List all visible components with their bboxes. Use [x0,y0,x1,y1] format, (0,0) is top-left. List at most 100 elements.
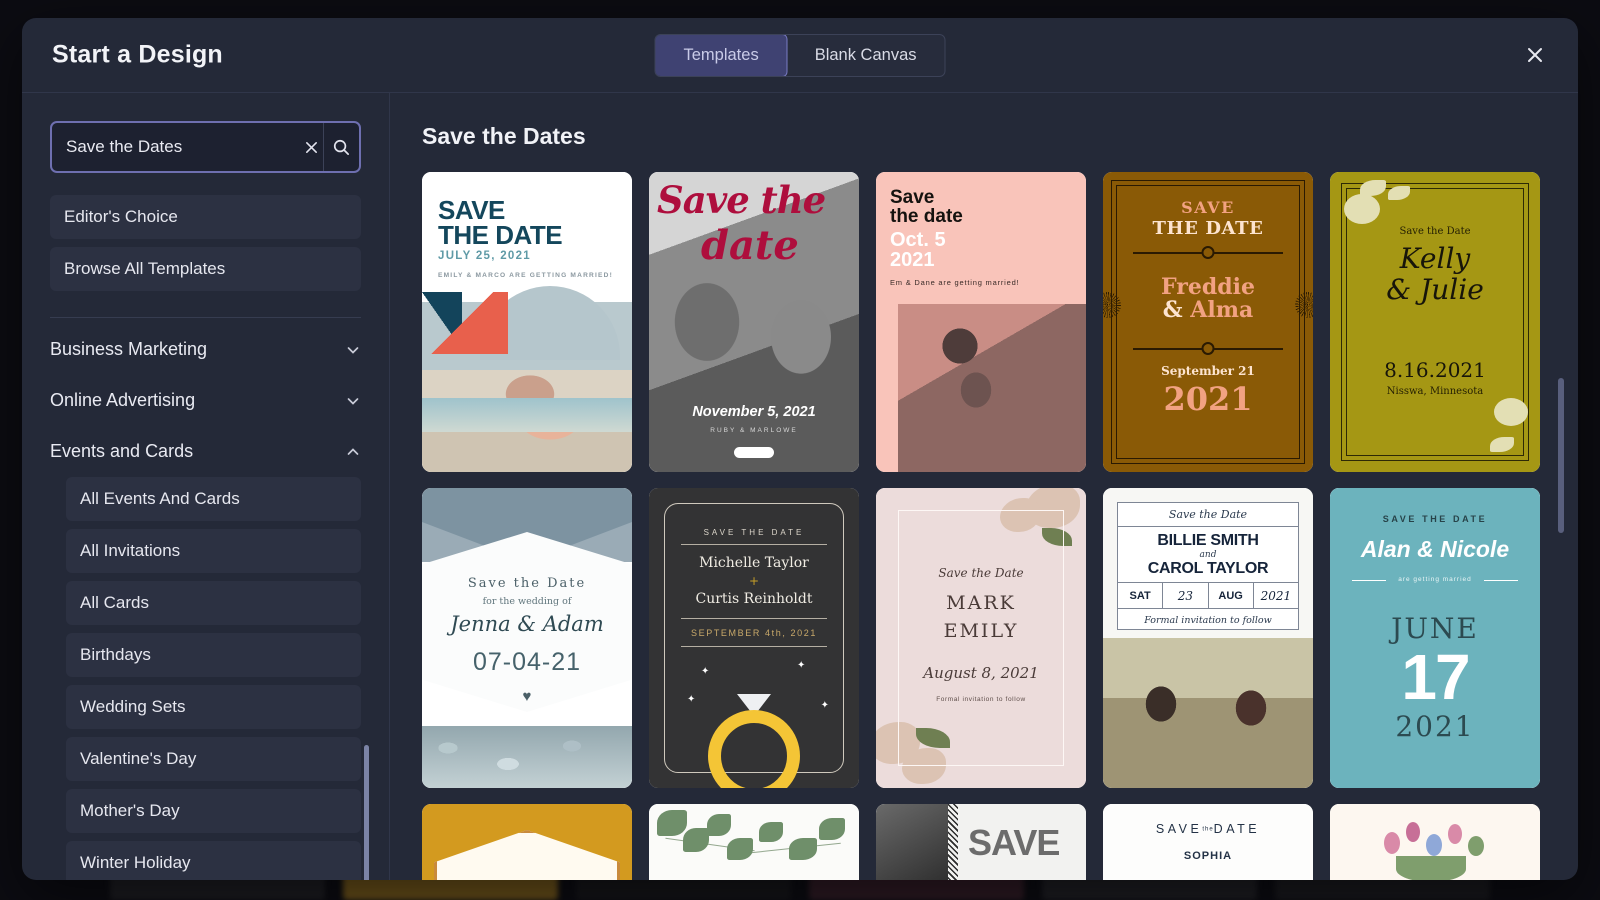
modal-header: Start a Design Templates Blank Canvas [22,18,1578,93]
category-label: Events and Cards [50,441,194,461]
close-icon [305,141,317,153]
template-artwork: Save the Date for the wedding of Jenna &… [422,488,632,788]
category-list: Business Marketing Online Advertising Ev… [22,324,389,477]
sidebar-item-all-cards[interactable]: All Cards [66,581,361,625]
template-name-second: Curtis Reinholdt [695,591,813,608]
template-names: Freddie & Alma [1103,275,1313,324]
template-headline: Save the Date [467,576,587,591]
search-icon [333,139,350,155]
template-name-second: CAROL TAYLOR [1147,559,1269,577]
template-artwork [422,804,632,880]
template-card-diamond-ring-dark[interactable]: SAVE THE DATE Michelle Taylor + Curtis R… [649,488,859,788]
sidebar-item-editors-choice[interactable]: Editor's Choice [50,195,361,239]
template-names: MARK EMILY [943,592,1019,642]
close-button[interactable] [1518,38,1552,72]
template-headline: SAVE [968,822,1060,863]
template-names: Alan & Nicole [1360,536,1510,562]
template-card-save-dark-photo[interactable]: SAVE [876,804,1086,880]
template-date: Oct. 5 2021 [890,229,946,272]
sidebar-scrollbar[interactable] [364,745,369,880]
sidebar-divider [50,317,361,318]
template-artwork [1330,804,1540,880]
search-clear-button[interactable] [299,123,323,171]
template-location: Nisswa, Minnesota [1386,386,1484,397]
template-names: Jenna & Adam [450,612,604,636]
quick-links: Editor's Choice Browse All Templates [50,195,361,291]
template-ampersand: & [1162,297,1183,324]
template-card-pink-bold-photo[interactable]: Save the date Oct. 5 2021 Em & Dane are … [876,172,1086,472]
template-artwork: SAVE THE DATE Michelle Taylor + Curtis R… [649,488,859,788]
start-a-design-modal: Start a Design Templates Blank Canvas Sa… [22,18,1578,880]
template-artwork: SAVE [876,804,1086,880]
template-date: 8.16.2021 [1384,358,1486,382]
template-artwork: Save the Date Kelly & Julie 8.16.2021 Ni… [1330,172,1540,472]
template-card-watercolor-floral[interactable] [1330,804,1540,880]
template-year: 2021 [1260,588,1292,603]
template-subtitle: for the wedding of [482,596,572,607]
template-headline: Save the Date [1118,503,1298,527]
template-card-olive-roses[interactable]: Save the Date Kelly & Julie 8.16.2021 Ni… [1330,172,1540,472]
template-headline: SAVE THE DATE [1382,514,1488,524]
template-date: November 5, 2021 [692,404,816,420]
search-box [50,121,361,173]
template-names: BILLIE SMITH and CAROL TAYLOR [1118,527,1298,583]
category-online-advertising[interactable]: Online Advertising [22,375,389,426]
template-artwork: SAVE THE DATE JULY 25, 2021 EMILY & MARC… [422,172,632,472]
template-artwork: SAVEtheDATE SOPHIA [1103,804,1313,880]
template-date-number: 23 [1163,583,1209,608]
template-card-gold-envelope[interactable] [422,804,632,880]
template-artwork: Save the Date MARK EMILY August 8, 2021 … [876,488,1086,788]
sidebar-item-all-invitations[interactable]: All Invitations [66,529,361,573]
template-card-art-deco-gold[interactable]: SAVE THE DATE Freddie & Alma September 2… [1103,172,1313,472]
template-headline-secondary: THE DATE [1152,218,1264,239]
sidebar-item-birthdays[interactable]: Birthdays [66,633,361,677]
template-subtitle: SOPHIA [1183,850,1233,862]
chevron-up-icon [347,447,359,455]
template-artwork: SAVE THE DATE Freddie & Alma September 2… [1103,172,1313,472]
template-headline: SAVE THE DATE [438,195,563,250]
template-card-eucalyptus-leaves[interactable] [649,804,859,880]
template-date: August 8, 2021 [923,664,1039,682]
template-card-script-kiss-photo[interactable]: Save the date November 5, 2021 RUBY & MA… [649,172,859,472]
template-name-first: Michelle Taylor [699,555,809,571]
template-year: 2021 [1395,710,1475,743]
sidebar-item-browse-all-templates[interactable]: Browse All Templates [50,247,361,291]
subcategory-list: All Events And Cards All Invitations All… [22,477,389,880]
template-card-floral-mark-emily[interactable]: Save the Date MARK EMILY August 8, 2021 … [876,488,1086,788]
sidebar-item-all-events-and-cards[interactable]: All Events And Cards [66,477,361,521]
template-headline: Save the date [890,187,963,228]
search-submit-button[interactable] [323,123,359,171]
template-date: JULY 25, 2021 [438,250,531,262]
template-card-billie-carol-ticket[interactable]: Save the Date BILLIE SMITH and CAROL TAY… [1103,488,1313,788]
template-subtitle: RUBY & MARLOWE [710,427,798,434]
sidebar-item-wedding-sets[interactable]: Wedding Sets [66,685,361,729]
template-card-minimal-save-the-date[interactable]: SAVEtheDATE SOPHIA [1103,804,1313,880]
tab-templates[interactable]: Templates [655,34,788,76]
chevron-down-icon [347,397,359,405]
page-title: Start a Design [52,40,223,69]
template-headline: SAVE [1181,198,1235,217]
template-headline: Save the [657,178,826,222]
template-plus: + [748,574,760,589]
template-year: 2021 [1163,380,1253,418]
results-scrollbar[interactable] [1558,378,1564,533]
category-business-marketing[interactable]: Business Marketing [22,324,389,375]
sidebar-item-valentines-day[interactable]: Valentine's Day [66,737,361,781]
template-card-jenna-adam-geometric[interactable]: Save the Date for the wedding of Jenna &… [422,488,632,788]
template-headline-word-small: the [1202,826,1214,833]
template-artwork: SAVE THE DATE Alan & Nicole are getting … [1330,488,1540,788]
template-card-teal-alan-nicole[interactable]: SAVE THE DATE Alan & Nicole are getting … [1330,488,1540,788]
sidebar-item-mothers-day[interactable]: Mother's Day [66,789,361,833]
template-grid: SAVE THE DATE JULY 25, 2021 EMILY & MARC… [422,172,1578,880]
search-input[interactable] [52,123,299,171]
sidebar-item-winter-holiday[interactable]: Winter Holiday [66,841,361,880]
template-name-second: Alma [1190,297,1254,324]
template-artwork: Save the date Oct. 5 2021 Em & Dane are … [876,172,1086,472]
template-card-beach-save-the-date[interactable]: SAVE THE DATE JULY 25, 2021 EMILY & MARC… [422,172,632,472]
heart-icon: ♥ [522,688,532,705]
category-events-and-cards[interactable]: Events and Cards [22,426,389,477]
template-date: 07-04-21 [472,648,582,676]
modal-body: Editor's Choice Browse All Templates Bus… [22,93,1578,880]
chevron-down-icon [347,346,359,354]
tab-blank-canvas[interactable]: Blank Canvas [787,35,945,76]
